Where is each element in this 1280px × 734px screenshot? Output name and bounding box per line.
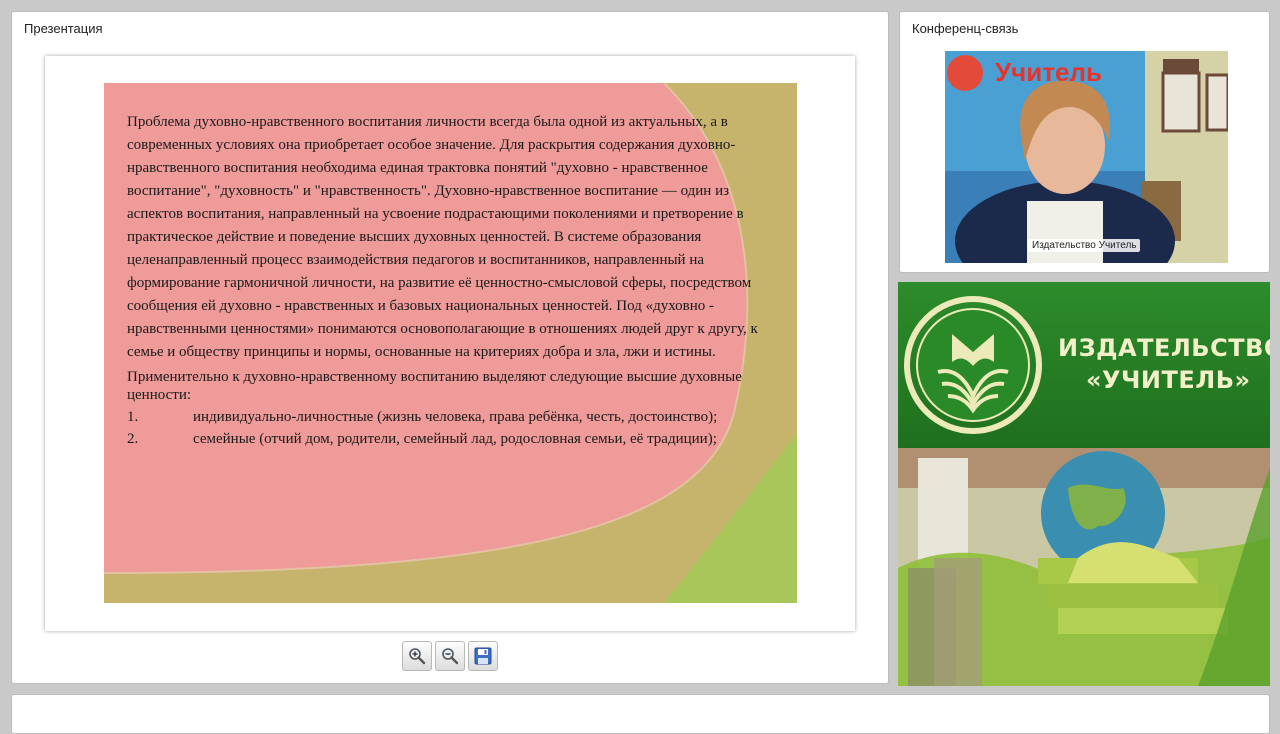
publisher-logo-icon <box>904 296 1042 434</box>
video-feed[interactable]: Учитель Издательство Учитель <box>945 51 1228 263</box>
list-item-number: 1. <box>127 409 139 425</box>
slide-paragraph: Проблема духовно-нравственного воспитани… <box>127 114 758 360</box>
publisher-name-line1: ИЗДАТЕЛЬСТВО <box>1058 334 1270 362</box>
list-item-number: 2. <box>127 431 139 447</box>
publisher-name-line2: «УЧИТЕЛЬ» <box>1086 366 1251 394</box>
video-caption: Издательство Учитель <box>1028 239 1141 252</box>
conference-panel: Конференц-связь Учитель Издательство Учи… <box>899 11 1270 273</box>
list-item-text: индивидуально-личностные (жизнь человека… <box>193 409 718 425</box>
conference-panel-title: Конференц-связь <box>912 21 1019 36</box>
slide-text: Проблема духовно-нравственного воспитани… <box>127 111 787 448</box>
zoom-in-button[interactable] <box>402 641 432 671</box>
list-item-text: семейные (отчий дом, родители, семейный … <box>193 431 717 447</box>
publisher-header: ИЗДАТЕЛЬСТВО «УЧИТЕЛЬ» <box>898 282 1270 448</box>
bottom-panel <box>11 694 1270 734</box>
list-item: 1. индивидуально-личностные (жизнь челов… <box>127 408 787 426</box>
list-item: 2. семейные (отчий дом, родители, семейн… <box>127 430 787 448</box>
magnifier-minus-icon <box>442 648 459 665</box>
floppy-disk-icon <box>474 647 492 665</box>
banner-text: Учитель <box>995 57 1102 87</box>
zoom-out-button[interactable] <box>435 641 465 671</box>
magnifier-plus-icon <box>409 648 426 665</box>
slide-frame: Проблема духовно-нравственного воспитани… <box>45 56 855 631</box>
publisher-banner: ИЗДАТЕЛЬСТВО «УЧИТЕЛЬ» <box>898 282 1270 686</box>
presentation-panel-title: Презентация <box>24 21 103 36</box>
slide-paragraph: Применительно к духовно-нравственному во… <box>127 369 742 403</box>
video-frame-image: Учитель <box>945 51 1228 263</box>
slide: Проблема духовно-нравственного воспитани… <box>104 83 797 603</box>
books-and-globe-image <box>898 448 1270 686</box>
presentation-panel: Презентация Проблема духовно-нравственно… <box>11 11 889 684</box>
save-button[interactable] <box>468 641 498 671</box>
slide-toolbar <box>402 641 498 671</box>
